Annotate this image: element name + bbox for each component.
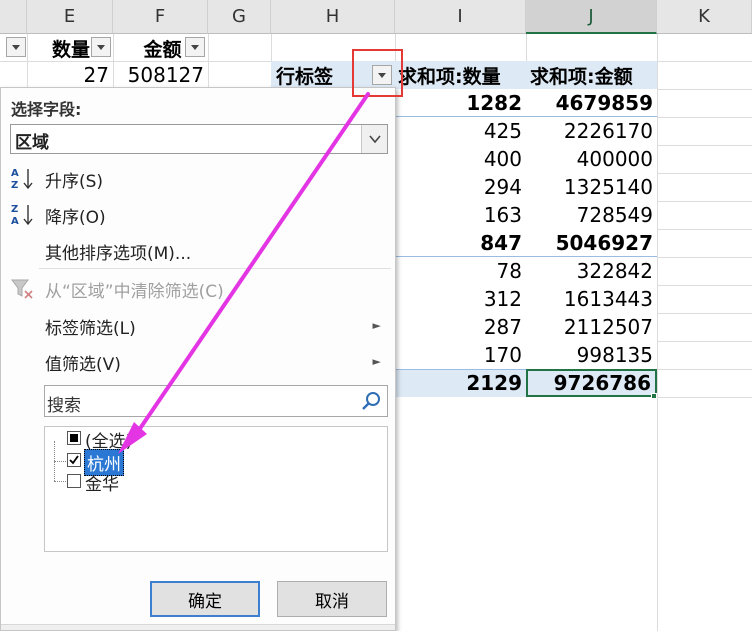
menu-label-filter[interactable]: 标签筛选(L) <box>45 313 136 339</box>
cancel-button[interactable]: 取消 <box>277 581 387 617</box>
search-icon[interactable] <box>361 390 383 417</box>
cell-f-amount[interactable]: 508127 <box>113 61 208 89</box>
svg-text:A: A <box>11 168 19 179</box>
header-amount: 金额 <box>143 38 182 61</box>
pivot-total-amt-selected[interactable]: 9726786 <box>526 369 657 397</box>
tree-line <box>54 461 68 462</box>
filter-dropdown-quantity[interactable] <box>91 37 111 57</box>
column-header-g[interactable]: G <box>208 0 271 34</box>
menu-separator <box>39 268 391 269</box>
search-placeholder: 搜索 <box>47 396 81 416</box>
pivot-amt-4[interactable]: 728549 <box>526 201 657 229</box>
select-field-label: 选择字段: <box>11 100 82 119</box>
pivot-amt-3[interactable]: 1325140 <box>526 173 657 201</box>
sort-ascending-icon: A Z <box>11 166 35 192</box>
field-select-value: 区域 <box>15 133 49 153</box>
item-jinhua-checkbox[interactable] <box>67 474 81 488</box>
ok-button[interactable]: 确定 <box>150 581 260 617</box>
pivot-qty-3[interactable]: 294 <box>395 173 526 201</box>
pivot-qty-6[interactable]: 78 <box>395 257 526 285</box>
pivot-amt-2[interactable]: 400000 <box>526 145 657 173</box>
pivot-amt-6[interactable]: 322842 <box>526 257 657 285</box>
highlight-box <box>352 49 403 97</box>
pivot-amt-7[interactable]: 1613443 <box>526 285 657 313</box>
fill-handle[interactable] <box>651 393 657 399</box>
menu-clear-filter: 从“区域”中清除筛选(C) <box>45 281 224 302</box>
partial-check-mark <box>70 434 78 442</box>
filter-popup: 选择字段: 区域 A Z 升序(S) Z A 降序(O) 其他排序选项(M)..… <box>0 87 396 631</box>
pivot-qty-4[interactable]: 163 <box>395 201 526 229</box>
pivot-qty-8[interactable]: 287 <box>395 313 526 341</box>
sort-descending-icon: Z A <box>11 202 35 228</box>
pivot-qty-1[interactable]: 425 <box>395 117 526 145</box>
pivot-amt-5[interactable]: 5046927 <box>526 229 657 257</box>
pivot-qty-9[interactable]: 170 <box>395 341 526 369</box>
pivot-qty-7[interactable]: 312 <box>395 285 526 313</box>
chevron-down-icon[interactable] <box>361 125 387 153</box>
pivot-qty-5[interactable]: 847 <box>395 229 526 257</box>
menu-sort-descending[interactable]: 降序(O) <box>45 202 106 228</box>
pivot-amt-9[interactable]: 998135 <box>526 341 657 369</box>
column-header-k[interactable]: K <box>657 0 752 34</box>
filter-item-list: (全选) 杭州 金华 <box>44 426 388 552</box>
pivot-amt-1[interactable]: 2226170 <box>526 117 657 145</box>
pivot-total-qty[interactable]: 2129 <box>395 369 526 397</box>
search-box[interactable]: 搜索 <box>44 385 388 417</box>
header-quantity: 数量 <box>51 38 90 61</box>
pivot-qty-0[interactable]: 1282 <box>395 89 526 117</box>
pivot-col1-header: 求和项:数量 <box>398 65 501 88</box>
pivot-qty-2[interactable]: 400 <box>395 145 526 173</box>
submenu-arrow-icon: ► <box>372 355 381 368</box>
menu-value-filter[interactable]: 值筛选(V) <box>45 349 121 375</box>
resize-grip[interactable] <box>1 624 395 630</box>
submenu-arrow-icon: ► <box>372 319 381 332</box>
column-header-f[interactable]: F <box>113 0 208 34</box>
pivot-amt-0[interactable]: 4679859 <box>526 89 657 117</box>
item-hangzhou-checkbox[interactable] <box>67 453 81 467</box>
svg-text:A: A <box>11 216 19 227</box>
column-header-e[interactable]: E <box>27 0 113 34</box>
filter-dropdown-amount[interactable] <box>185 37 205 57</box>
field-select[interactable]: 区域 <box>10 124 388 154</box>
clear-filter-icon <box>11 276 35 302</box>
pivot-amt-8[interactable]: 2112507 <box>526 313 657 341</box>
filter-dropdown-d[interactable] <box>6 37 26 57</box>
svg-text:Z: Z <box>11 180 18 191</box>
select-all-checkbox[interactable] <box>67 431 81 445</box>
column-header-h[interactable]: H <box>271 0 395 34</box>
tree-line <box>54 481 68 482</box>
item-jinhua-label[interactable]: 金华 <box>85 470 119 495</box>
column-header-i[interactable]: I <box>395 0 526 34</box>
pivot-col2-header: 求和项:金额 <box>530 65 633 88</box>
column-header-j[interactable]: J <box>526 0 657 34</box>
menu-sort-ascending[interactable]: 升序(S) <box>45 166 103 192</box>
column-header-partial <box>0 0 27 34</box>
menu-more-sort-options[interactable]: 其他排序选项(M)... <box>45 238 191 264</box>
cell-e-qty[interactable]: 27 <box>27 61 113 89</box>
svg-text:Z: Z <box>11 204 18 215</box>
